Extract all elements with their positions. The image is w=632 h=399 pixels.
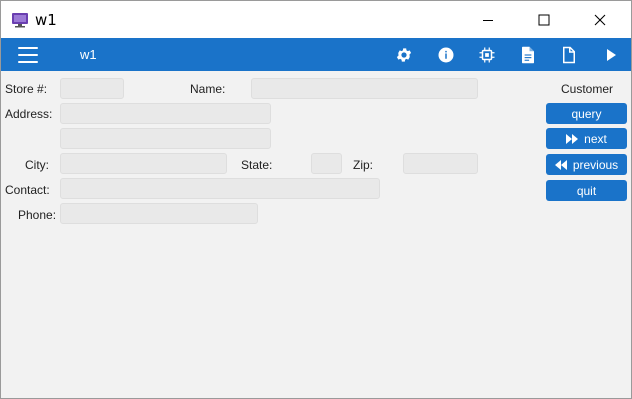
toolbar: w1 xyxy=(1,38,631,71)
maximize-icon xyxy=(538,14,550,25)
query-button[interactable]: query xyxy=(546,103,627,124)
play-icon xyxy=(607,49,616,61)
next-button-label: next xyxy=(584,131,607,146)
new-document-button[interactable] xyxy=(558,44,580,66)
state-field[interactable] xyxy=(311,153,342,174)
close-icon xyxy=(594,14,606,25)
address-line2-field[interactable] xyxy=(60,128,271,149)
maximize-button[interactable] xyxy=(521,1,567,38)
close-button[interactable] xyxy=(577,1,623,38)
fast-forward-icon xyxy=(566,133,579,144)
zip-field[interactable] xyxy=(403,153,478,174)
monitor-app-icon xyxy=(12,13,28,28)
title-bar[interactable]: w1 xyxy=(1,1,631,38)
quit-button-label: quit xyxy=(576,183,597,198)
contact-field[interactable] xyxy=(60,178,380,199)
name-field[interactable] xyxy=(251,78,478,99)
phone-label: Phone: xyxy=(18,208,57,222)
window-title: w1 xyxy=(35,11,57,29)
city-field[interactable] xyxy=(60,153,227,174)
gear-icon xyxy=(396,48,412,62)
blank-document-icon xyxy=(563,46,575,64)
state-label: State: xyxy=(241,158,273,172)
info-button[interactable] xyxy=(435,44,457,66)
menu-icon[interactable] xyxy=(18,47,38,63)
name-label: Name: xyxy=(190,82,226,96)
chip-button[interactable] xyxy=(476,44,498,66)
document-button[interactable] xyxy=(517,44,539,66)
run-button[interactable] xyxy=(600,44,622,66)
quit-button[interactable]: quit xyxy=(546,180,627,201)
minimize-icon xyxy=(483,19,493,21)
toolbar-title: w1 xyxy=(80,47,97,62)
query-button-label: query xyxy=(571,106,602,121)
document-icon xyxy=(522,46,534,64)
store-number-field[interactable] xyxy=(60,78,124,99)
customer-heading: Customer xyxy=(560,82,613,96)
store-label: Store #: xyxy=(5,82,48,96)
previous-button-label: previous xyxy=(572,157,619,172)
address-label: Address: xyxy=(5,107,53,121)
application-window: w1 w1 Store #: Name: Address: City: Stat… xyxy=(0,0,632,399)
minimize-button[interactable] xyxy=(465,1,511,38)
phone-field[interactable] xyxy=(60,203,258,224)
contact-label: Contact: xyxy=(5,183,50,197)
next-button[interactable]: next xyxy=(546,128,627,149)
address-line1-field[interactable] xyxy=(60,103,271,124)
chip-icon xyxy=(479,47,495,63)
rewind-icon xyxy=(554,159,567,170)
info-icon xyxy=(438,47,454,63)
city-label: City: xyxy=(25,158,49,172)
settings-button[interactable] xyxy=(393,44,415,66)
previous-button[interactable]: previous xyxy=(546,154,627,175)
zip-label: Zip: xyxy=(353,158,374,172)
